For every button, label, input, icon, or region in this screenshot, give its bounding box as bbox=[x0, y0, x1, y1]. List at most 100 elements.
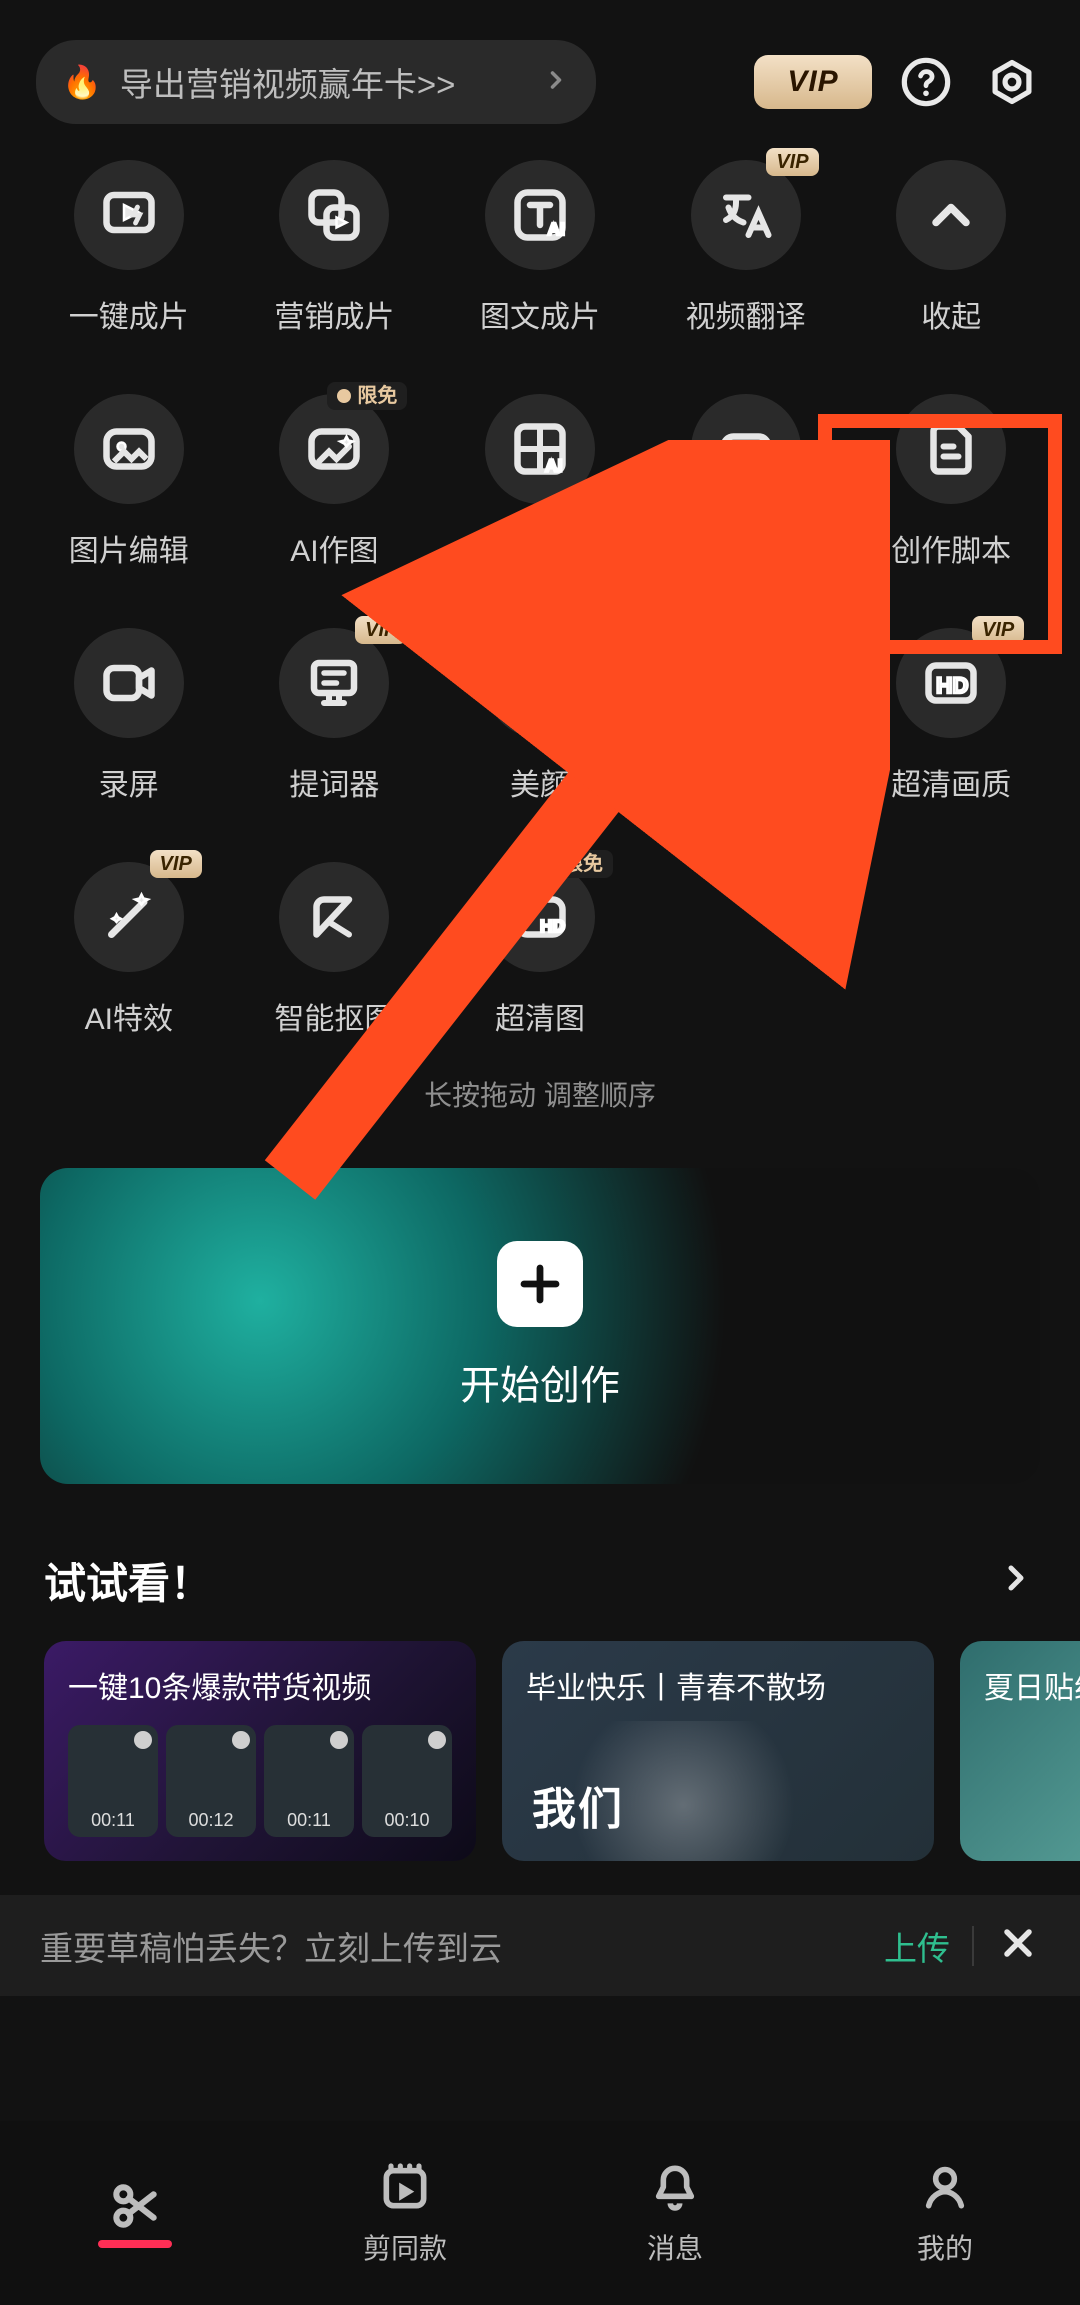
thumbnail: 00:11 bbox=[264, 1725, 354, 1837]
draft-upload-bar: 重要草稿怕丢失？立刻上传到云 上传 bbox=[0, 1895, 1080, 1996]
vip-badge: VIP bbox=[972, 616, 1024, 644]
nav-label: 消息 bbox=[647, 2227, 703, 2267]
try-card-title: 一键10条爆款带货视频 bbox=[68, 1663, 452, 1707]
try-card-caption: 我们 bbox=[532, 1773, 624, 1837]
feature-image-ai[interactable]: 限免 AI作图 bbox=[232, 394, 438, 570]
thumbnail-time: 00:11 bbox=[68, 1810, 158, 1831]
feature-label: 智能抠图 bbox=[274, 994, 394, 1038]
feature-label: 录屏 bbox=[99, 760, 159, 804]
close-draft-bar[interactable] bbox=[996, 1921, 1040, 1970]
image-ai-icon: 限免 bbox=[279, 394, 389, 504]
copy-play-icon bbox=[279, 160, 389, 270]
notice-dot-icon bbox=[577, 626, 593, 642]
wand-icon: VIP bbox=[74, 862, 184, 972]
feature-label: AI商品图 bbox=[481, 526, 599, 570]
feature-beauty[interactable]: 美颜 bbox=[437, 628, 643, 804]
feature-label: 视频翻译 bbox=[686, 292, 806, 336]
promo-pill[interactable]: 🔥 导出营销视频赢年卡>> bbox=[36, 40, 596, 124]
vip-badge: VIP bbox=[355, 616, 407, 644]
image-edit-icon bbox=[74, 394, 184, 504]
translate-icon: VIP bbox=[691, 160, 801, 270]
nav-label: 剪同款 bbox=[363, 2227, 447, 2267]
feature-label: 拍摄 bbox=[716, 526, 776, 570]
feature-grid-ai[interactable]: AI商品图 bbox=[437, 394, 643, 570]
nav-profile[interactable]: 我的 bbox=[810, 2159, 1080, 2267]
nav-active-underline bbox=[98, 2240, 172, 2248]
feature-translate[interactable]: VIP 视频翻译 bbox=[643, 160, 849, 336]
feature-text-ai[interactable]: 图文成片 bbox=[437, 160, 643, 336]
feature-cutout[interactable]: 智能抠图 bbox=[232, 862, 438, 1038]
feature-label: 拍 bbox=[731, 760, 761, 804]
thumbnail-time: 00:11 bbox=[264, 1810, 354, 1831]
feature-copy-play[interactable]: 营销成片 bbox=[232, 160, 438, 336]
camera-icon bbox=[691, 394, 801, 504]
feature-camera[interactable]: 拍摄 bbox=[643, 394, 849, 570]
text-ai-icon bbox=[485, 160, 595, 270]
feature-label: 收起 bbox=[921, 292, 981, 336]
feature-record[interactable]: 录屏 bbox=[26, 628, 232, 804]
feature-face[interactable]: 拍 bbox=[643, 628, 849, 804]
cutout-icon bbox=[279, 862, 389, 972]
thumbnail: 00:10 bbox=[362, 1725, 452, 1837]
features-grid: 一键成片 营销成片 图文成片 VIP 视频翻译 收起 图片编辑 限免 bbox=[0, 124, 1080, 1038]
start-create-label: 开始创作 bbox=[460, 1353, 620, 1411]
feature-file-script[interactable]: 创作脚本 bbox=[848, 394, 1054, 570]
nav-bell[interactable]: 消息 bbox=[540, 2159, 810, 2267]
try-card[interactable]: 一键10条爆款带货视频 00:11 00:12 00:11 00:10 bbox=[44, 1641, 476, 1861]
image-hd-icon: 限免 bbox=[485, 862, 595, 972]
bottom-nav: 剪同款 消息 我的 bbox=[0, 2121, 1080, 2305]
vip-badge: VIP bbox=[150, 850, 202, 878]
hd-icon: VIP bbox=[896, 628, 1006, 738]
settings-button[interactable] bbox=[980, 50, 1044, 114]
feature-prompter[interactable]: VIP 提词器 bbox=[232, 628, 438, 804]
feature-label: 创作脚本 bbox=[891, 526, 1011, 570]
feature-image-hd[interactable]: 限免 超清图 bbox=[437, 862, 643, 1038]
draft-bar-text: 重要草稿怕丢失？立刻上传到云 bbox=[40, 1922, 862, 1970]
flame-icon: 🔥 bbox=[62, 63, 102, 101]
thumbnail: 00:11 bbox=[68, 1725, 158, 1837]
nav-template[interactable]: 剪同款 bbox=[270, 2159, 540, 2267]
try-card[interactable]: 夏日贴纸 bbox=[960, 1641, 1080, 1861]
try-card-title: 夏日贴纸 bbox=[984, 1663, 1080, 1707]
thumbnail-time: 00:12 bbox=[166, 1810, 256, 1831]
try-card[interactable]: 毕业快乐丨青春不散场 我们 bbox=[502, 1641, 934, 1861]
chevron-up-icon bbox=[896, 160, 1006, 270]
feature-play-bolt[interactable]: 一键成片 bbox=[26, 160, 232, 336]
feature-label: AI特效 bbox=[85, 994, 173, 1038]
feature-label: AI作图 bbox=[290, 526, 378, 570]
help-button[interactable] bbox=[894, 50, 958, 114]
plus-icon bbox=[497, 1241, 583, 1327]
record-icon bbox=[74, 628, 184, 738]
try-card-title: 毕业快乐丨青春不散场 bbox=[526, 1663, 910, 1707]
vip-badge: VIP bbox=[766, 148, 818, 176]
face-icon bbox=[691, 628, 801, 738]
try-section-title: 试试看！ bbox=[44, 1550, 212, 1611]
feature-label: 图片编辑 bbox=[69, 526, 189, 570]
try-cards-row[interactable]: 一键10条爆款带货视频 00:11 00:12 00:11 00:10 毕业快乐丨青春… bbox=[0, 1641, 1080, 1861]
feature-label: 超清画质 bbox=[891, 760, 1011, 804]
free-badge: 限免 bbox=[533, 850, 613, 878]
feature-hd[interactable]: VIP 超清画质 bbox=[848, 628, 1054, 804]
prompter-icon: VIP bbox=[279, 628, 389, 738]
feature-label: 提词器 bbox=[289, 760, 379, 804]
upload-link[interactable]: 上传 bbox=[884, 1922, 950, 1970]
try-more-chevron-icon[interactable] bbox=[996, 1558, 1036, 1603]
feature-wand[interactable]: VIP AI特效 bbox=[26, 862, 232, 1038]
vip-badge[interactable]: VIP bbox=[754, 55, 872, 109]
feature-label: 图文成片 bbox=[480, 292, 600, 336]
reorder-hint: 长按拖动 调整顺序 bbox=[0, 1074, 1080, 1114]
thumbnail: 00:12 bbox=[166, 1725, 256, 1837]
chevron-right-icon bbox=[542, 66, 570, 99]
feature-label: 营销成片 bbox=[274, 292, 394, 336]
feature-label: 美颜 bbox=[510, 760, 570, 804]
play-bolt-icon bbox=[74, 160, 184, 270]
grid-ai-icon bbox=[485, 394, 595, 504]
feature-label: 超清图 bbox=[495, 994, 585, 1038]
thumbnail-time: 00:10 bbox=[362, 1810, 452, 1831]
feature-image-edit[interactable]: 图片编辑 bbox=[26, 394, 232, 570]
free-badge: 限免 bbox=[327, 382, 407, 410]
feature-chevron-up[interactable]: 收起 bbox=[848, 160, 1054, 336]
start-create-card[interactable]: 开始创作 bbox=[40, 1168, 1040, 1484]
beauty-icon bbox=[485, 628, 595, 738]
nav-scissors[interactable] bbox=[0, 2178, 270, 2248]
